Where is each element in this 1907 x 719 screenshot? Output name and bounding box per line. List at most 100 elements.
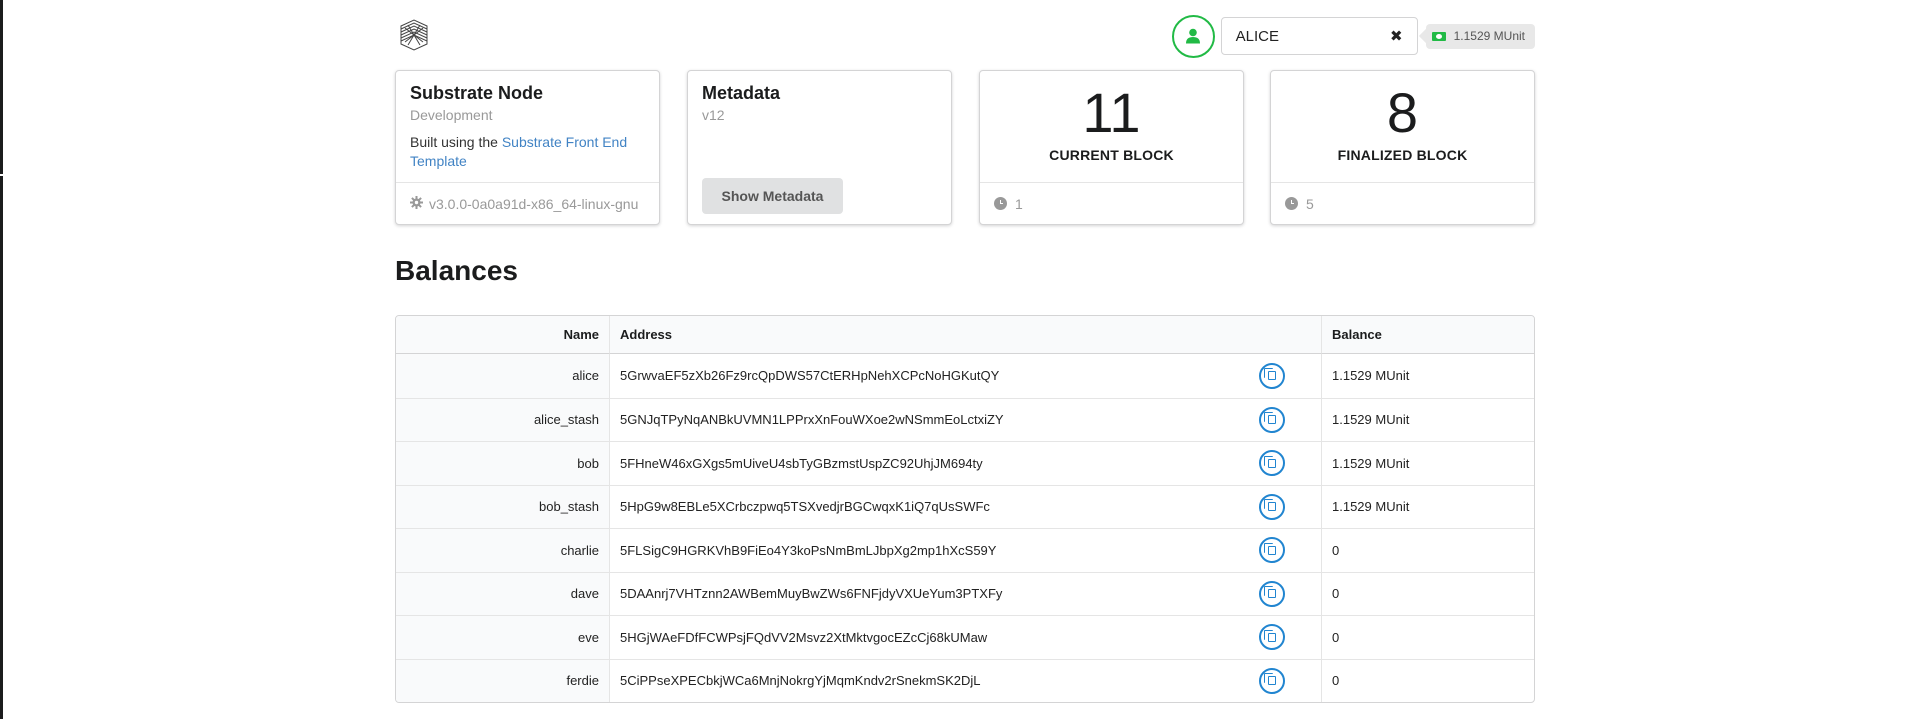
table-row: dave 5DAAnrj7VHTznn2AWBemMuyBwZWs6FNFjdyV…	[396, 571, 1534, 616]
finalized-block-timer-value: 5	[1306, 195, 1314, 212]
copy-address-button[interactable]	[1259, 624, 1285, 651]
balances-title: Balances	[395, 255, 518, 286]
account-balance: 1.1529 MUnit	[1322, 441, 1534, 485]
account-name: eve	[396, 615, 610, 659]
finalized-block-timer: 5	[1271, 182, 1534, 224]
table-row: bob_stash 5HpG9w8EBLe5XCrbczpwq5TSXvedjrB…	[396, 484, 1534, 529]
table-row: eve 5HGjWAeFDfFCWPsjFQdVV2Msvz2XtMktvgocE…	[396, 615, 1534, 659]
account-balance: 0	[1322, 528, 1534, 572]
window-edge-tick	[0, 174, 3, 176]
balance-badge: 1.1529 MUnit	[1425, 23, 1535, 49]
copy-address-button[interactable]	[1259, 537, 1285, 564]
copy-icon	[1264, 412, 1276, 425]
copy-address-button[interactable]	[1259, 406, 1285, 433]
account-name: charlie	[396, 528, 610, 572]
user-icon[interactable]	[1171, 14, 1215, 58]
copy-icon	[1264, 542, 1276, 555]
account-name: ferdie	[396, 658, 610, 702]
show-metadata-button[interactable]: Show Metadata	[702, 178, 843, 214]
account-address-cell: 5GrwvaEF5zXb26Fz9rcQpDWS57CtERHpNehXCPcN…	[610, 354, 1322, 398]
account-area: ALICE ✖ 1.1529 MUnit	[1171, 14, 1535, 58]
column-header-balance: Balance	[1322, 316, 1534, 354]
copy-icon	[1264, 629, 1276, 642]
substrate-logo[interactable]	[395, 16, 433, 54]
table-header-row: Name Address Balance	[396, 316, 1534, 354]
node-version: v3.0.0-0a0a91d-x86_64-linux-gnu	[396, 182, 659, 224]
close-icon[interactable]: ✖	[1390, 27, 1403, 45]
account-address-cell: 5FLSigC9HGRKVhB9FiEo4Y3koPsNmBmLJbpXg2mp…	[610, 528, 1322, 572]
node-version-text: v3.0.0-0a0a91d-x86_64-linux-gnu	[429, 195, 639, 212]
account-name: dave	[396, 571, 610, 615]
finalized-block-card: 8 FINALIZED BLOCK 5	[1270, 70, 1535, 225]
copy-icon	[1264, 499, 1276, 512]
window-left-edge	[0, 0, 3, 719]
account-balance: 1.1529 MUnit	[1322, 397, 1534, 442]
current-block-label: CURRENT BLOCK	[1049, 147, 1174, 163]
account-balance: 0	[1322, 571, 1534, 616]
column-header-address: Address	[610, 316, 1322, 354]
copy-address-button[interactable]	[1259, 362, 1285, 389]
copy-icon	[1264, 586, 1276, 599]
money-icon	[1431, 31, 1446, 41]
copy-icon	[1264, 455, 1276, 468]
finalized-block-value: 8	[1386, 81, 1419, 144]
account-name: alice_stash	[396, 397, 610, 441]
account-name: bob_stash	[396, 484, 610, 528]
account-address[interactable]: 5HGjWAeFDfFCWPsjFQdVV2Msvz2XtMktvgocEZcC…	[620, 630, 987, 645]
copy-address-button[interactable]	[1259, 667, 1285, 694]
node-description-text: Built using the	[410, 134, 502, 150]
account-balance: 1.1529 MUnit	[1332, 368, 1410, 384]
table-row: alice 5GrwvaEF5zXb26Fz9rcQpDWS57CtERHpNeh…	[396, 354, 1534, 398]
node-title: Substrate Node	[410, 83, 544, 103]
account-address-cell: 5HpG9w8EBLe5XCrbczpwq5TSXvedjrBGCwqxK1iQ…	[610, 484, 1322, 528]
account-name: bob	[396, 441, 610, 485]
table-row: bob 5FHneW46xGXgs5mUiveU4sbTyGBzmstUspZC9…	[396, 441, 1534, 485]
account-address-cell: 5DAAnrj7VHTznn2AWBemMuyBwZWs6FNFjdyVXUeY…	[610, 571, 1322, 615]
account-address-cell: 5HGjWAeFDfFCWPsjFQdVV2Msvz2XtMktvgocEZcC…	[610, 615, 1322, 659]
header-bar: ALICE ✖ 1.1529 MUnit	[395, 14, 1535, 58]
account-address[interactable]: 5GNJqTPyNqANBkUVMN1LPPrxXnFouWXoe2wNSmmE…	[620, 412, 1004, 427]
copy-address-button[interactable]	[1259, 493, 1285, 520]
clock-icon	[994, 197, 1007, 210]
copy-address-button[interactable]	[1259, 580, 1285, 607]
clock-icon	[1285, 197, 1298, 210]
account-name: alice	[396, 354, 610, 398]
info-cards: Substrate Node Development Built using t…	[395, 70, 1535, 225]
current-block-value: 11	[1082, 81, 1141, 144]
account-selector-value: ALICE	[1235, 27, 1279, 45]
account-address[interactable]: 5FHneW46xGXgs5mUiveU4sbTyGBzmstUspZC92Uh…	[620, 456, 983, 471]
account-balance: 0	[1322, 658, 1534, 703]
current-block-card: 11 CURRENT BLOCK 1	[979, 70, 1244, 225]
account-address-cell: 5FHneW46xGXgs5mUiveU4sbTyGBzmstUspZC92Uh…	[610, 441, 1322, 485]
node-description: Built using the Substrate Front End Temp…	[410, 133, 645, 171]
current-block-timer-value: 1	[1015, 195, 1023, 212]
account-address[interactable]: 5GrwvaEF5zXb26Fz9rcQpDWS57CtERHpNehXCPcN…	[620, 368, 999, 383]
copy-address-button[interactable]	[1259, 450, 1285, 477]
metadata-version: v12	[702, 107, 725, 123]
account-balance: 1.1529 MUnit	[1322, 484, 1534, 529]
gear-icon	[410, 195, 423, 212]
table-row: alice_stash 5GNJqTPyNqANBkUVMN1LPPrxXnFou…	[396, 397, 1534, 442]
table-row: ferdie 5CiPPseXPECbkjWCa6MnjNokrgYjMqmKnd…	[396, 658, 1534, 703]
account-address[interactable]: 5CiPPseXPECbkjWCa6MnjNokrgYjMqmKndv2rSne…	[620, 673, 981, 688]
column-header-name: Name	[396, 316, 610, 354]
balances-table-body: alice 5GrwvaEF5zXb26Fz9rcQpDWS57CtERHpNeh…	[396, 354, 1534, 702]
node-info-card: Substrate Node Development Built using t…	[395, 70, 660, 225]
account-address[interactable]: 5FLSigC9HGRKVhB9FiEo4Y3koPsNmBmLJbpXg2mp…	[620, 543, 996, 558]
metadata-card: Metadata v12 Show Metadata	[687, 70, 952, 225]
finalized-block-label: FINALIZED BLOCK	[1337, 147, 1468, 163]
metadata-title: Metadata	[702, 83, 781, 103]
node-meta: Development	[410, 107, 493, 123]
balance-badge-value: 1.1529 MUnit	[1453, 29, 1525, 43]
copy-icon	[1264, 368, 1276, 381]
balances-table: Name Address Balance alice 5GrwvaEF5zXb26…	[395, 315, 1535, 703]
account-address-cell: 5CiPPseXPECbkjWCa6MnjNokrgYjMqmKndv2rSne…	[610, 658, 1322, 702]
copy-icon	[1264, 673, 1276, 686]
account-selector[interactable]: ALICE ✖	[1220, 17, 1418, 55]
current-block-timer: 1	[980, 182, 1243, 224]
table-row: charlie 5FLSigC9HGRKVhB9FiEo4Y3koPsNmBmLJ…	[396, 528, 1534, 572]
account-address-cell: 5GNJqTPyNqANBkUVMN1LPPrxXnFouWXoe2wNSmmE…	[610, 397, 1322, 441]
account-address[interactable]: 5DAAnrj7VHTznn2AWBemMuyBwZWs6FNFjdyVXUeY…	[620, 586, 1002, 601]
account-address[interactable]: 5HpG9w8EBLe5XCrbczpwq5TSXvedjrBGCwqxK1iQ…	[620, 499, 990, 514]
account-balance: 0	[1322, 615, 1534, 659]
